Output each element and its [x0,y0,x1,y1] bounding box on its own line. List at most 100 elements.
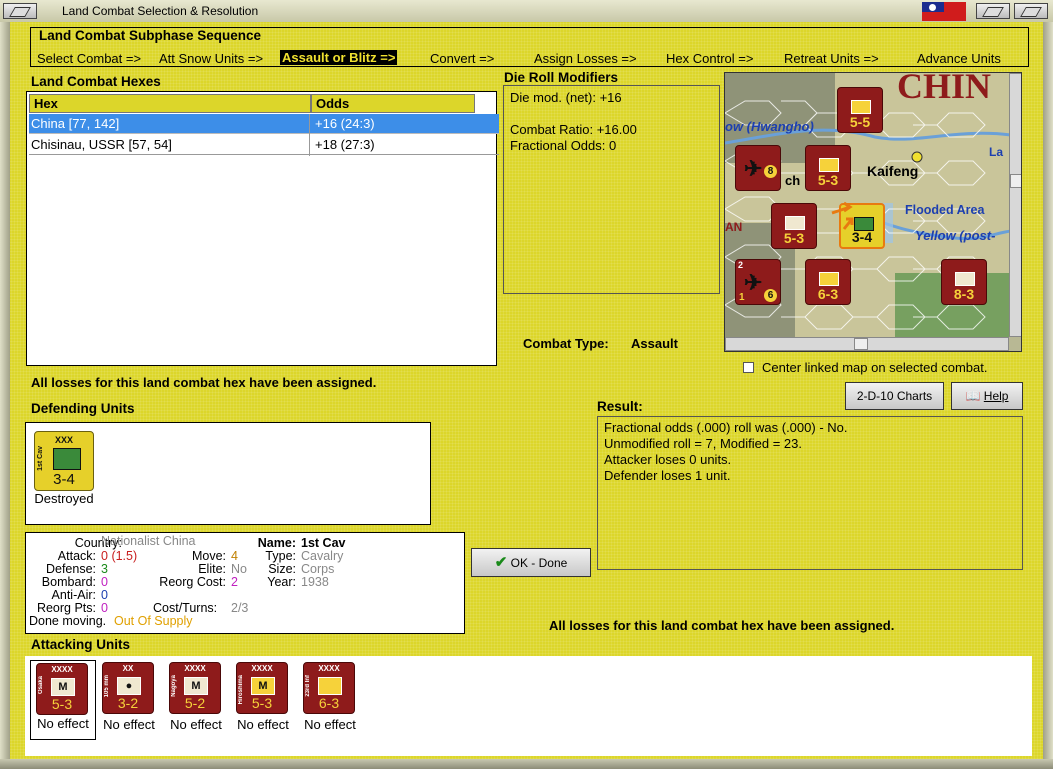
plane-icon: ✈ [744,156,763,181]
map-unit-counter[interactable]: 5-3 [805,145,851,191]
column-header-odds[interactable]: Odds [311,94,475,113]
map-air-unit-counter[interactable]: ✈ 2 1 6 [735,259,781,305]
die-mod-net: Die mod. (net): +16 [510,90,622,105]
defender-counter-1st-cav[interactable]: XXX 1st Cav 3-4 [34,431,94,491]
ok-done-button[interactable]: ✔ OK - Done [471,548,591,577]
map-label-an: AN [725,220,743,234]
ok-done-label: OK - Done [510,556,568,570]
table-row[interactable]: China [77, 142] +16 (24:3) [29,114,499,134]
infantry-symbol-icon [318,677,342,695]
land-combat-hexes-table: Hex Odds China [77, 142] +16 (24:3) Chis… [26,91,499,366]
attacker-status: No effect [103,717,155,732]
linked-map[interactable]: CHIN ow (Hwangho) Kaifeng Flooded Area Y… [724,72,1022,352]
attacker-counter[interactable]: XXXX Hiroshima M 5-3 [236,662,288,714]
country-value: Nationalist China [101,534,196,548]
attacking-units-heading: Attacking Units [31,637,131,652]
map-unit-counter[interactable]: 8-3 [941,259,987,305]
subphase-sequence-panel: Land Combat Subphase Sequence Select Com… [30,27,1029,67]
attacker-counter[interactable]: XXXX 23rd Inf 6-3 [303,662,355,714]
column-divider [309,114,310,156]
charts-button[interactable]: 2-D-10 Charts [845,382,944,410]
window-frame-bottom [0,759,1053,769]
checkmark-icon: ✔ [494,554,508,571]
help-button-label: Help [983,389,1009,403]
land-combat-hexes-heading: Land Combat Hexes [31,74,161,89]
step-convert: Convert => [430,51,495,66]
odds-cell: +16 (24:3) [315,116,375,131]
attacking-unit[interactable]: XXXX Hiroshima M 5-3 No effect [231,662,295,732]
map-vscroll-thumb[interactable] [1010,174,1021,188]
maximize-button[interactable] [1014,3,1048,19]
combat-type-label: Combat Type: [523,336,609,351]
done-moving-key: Done moving. [29,614,107,628]
map-unit-counter[interactable]: 6-3 [805,259,851,305]
window-frame-left [0,22,10,769]
subphase-heading: Land Combat Subphase Sequence [39,28,262,43]
column-header-hex[interactable]: Hex [29,94,311,113]
attacker-status: No effect [304,717,356,732]
attacker-status: No effect [37,716,89,731]
map-air-unit-counter[interactable]: ✈ 8 [735,145,781,191]
reorgcost-key: Reorg Cost: [159,575,226,589]
step-advance-units: Advance Units [917,51,1001,66]
minimize-button[interactable] [3,3,37,19]
attacking-unit[interactable]: XXXX Nagoya M 5-2 No effect [164,662,228,732]
supply-status-value: Out Of Supply [114,614,193,628]
map-label-flooded-area: Flooded Area [905,203,985,217]
attacking-units-panel: XXXX Osaka M 5-3 No effect XX 105 mm ● 3-2… [25,656,1032,756]
combat-ratio: Combat Ratio: +16.00 [510,122,637,137]
nationalist-china-flag-icon [922,2,966,21]
costturns-value: 2/3 [231,601,249,615]
map-label-hwangho: ow (Hwangho) [725,119,814,134]
result-line: Fractional odds (.000) roll was (.000) -… [604,420,848,435]
odds-cell: +18 (27:3) [315,137,375,152]
reorgcost-value: 2 [231,575,238,589]
result-line: Unmodified roll = 7, Modified = 23. [604,436,802,451]
fractional-odds: Fractional Odds: 0 [510,138,617,153]
step-att-snow-units: Att Snow Units => [159,51,264,66]
die-roll-modifiers-heading: Die Roll Modifiers [504,70,619,85]
result-panel: Fractional odds (.000) roll was (.000) -… [597,416,1023,570]
restore-button[interactable] [976,3,1010,19]
die-roll-modifiers-panel: Die mod. (net): +16 Combat Ratio: +16.00… [503,85,720,294]
center-map-label: Center linked map on selected combat. [762,360,988,375]
step-select-combat: Select Combat => [37,51,142,66]
map-label-kaifeng: Kaifeng [867,163,919,179]
map-label-ch: ch [785,173,801,188]
defending-units-heading: Defending Units [31,401,135,416]
attacking-unit[interactable]: XXXX 23rd Inf 6-3 No effect [298,662,362,732]
unit-details-panel: Country: Nationalist China Attack: 0 (1.… [25,532,465,634]
map-unit-counter[interactable]: 5-5 [837,87,883,133]
losses-assigned-message: All losses for this land combat hex have… [31,375,377,390]
map-label-yellow: Yellow (post- [915,228,996,243]
result-heading: Result: [597,399,643,414]
attacking-unit[interactable]: XX 105 mm ● 3-2 No effect [97,662,161,732]
map-vertical-scrollbar[interactable] [1009,73,1021,337]
center-map-checkbox[interactable] [743,362,754,373]
map-label-la: La [989,145,1004,159]
help-button[interactable]: 📖 Help [951,382,1023,410]
result-line: Attacker loses 0 units. [604,452,732,467]
attacker-counter[interactable]: XXXX Osaka M 5-3 [36,663,88,715]
defending-units-panel: XXX 1st Cav 3-4 Destroyed [25,422,431,525]
attacker-counter[interactable]: XX 105 mm ● 3-2 [102,662,154,714]
step-assault-or-blitz: Assault or Blitz => [280,50,398,65]
losses-assigned-message-2: All losses for this land combat hex have… [549,618,895,633]
attack-arrows-icon [831,201,854,230]
map-unit-counter[interactable]: 5-3 [771,203,817,249]
map-horizontal-scrollbar[interactable] [725,337,1009,351]
combat-type-value: Assault [631,336,678,351]
table-row[interactable]: Chisinau, USSR [57, 54] +18 (27:3) [29,135,499,155]
year-key: Year: [267,575,296,589]
plane-icon: ✈ [744,270,763,295]
map-label-china: CHIN [897,72,992,106]
attacking-unit[interactable]: XXXX Osaka M 5-3 No effect [30,660,96,740]
attacker-counter[interactable]: XXXX Nagoya M 5-2 [169,662,221,714]
attacker-status: No effect [170,717,222,732]
window-titlebar[interactable]: Land Combat Selection & Resolution [0,0,1053,23]
attacker-status: No effect [237,717,289,732]
defending-unit[interactable]: XXX 1st Cav 3-4 Destroyed [30,431,98,506]
map-hscroll-thumb[interactable] [854,338,868,350]
window-frame-right [1043,22,1053,769]
